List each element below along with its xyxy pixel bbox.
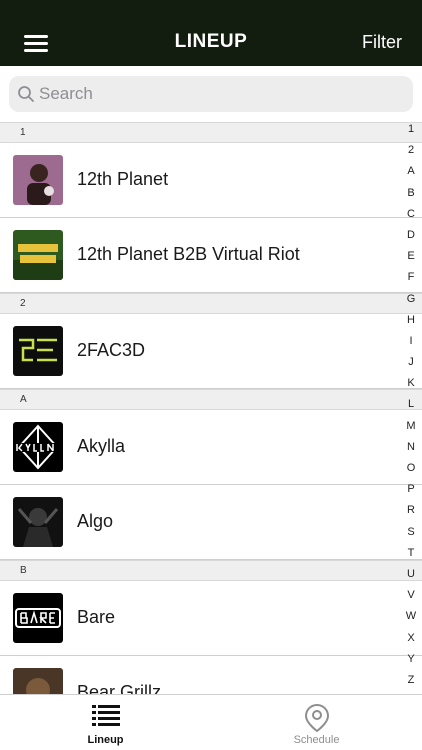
artist-thumbnail xyxy=(13,422,63,472)
index-letter-V[interactable]: V xyxy=(400,588,422,609)
section-header-A: A xyxy=(0,389,422,410)
index-letter-H[interactable]: H xyxy=(400,313,422,334)
index-letter-Y[interactable]: Y xyxy=(400,652,422,673)
section-index[interactable]: 12ABCDEFGHIJKLMNOPRSTUVWXYZ xyxy=(400,122,422,692)
artist-name: Bare xyxy=(77,607,116,627)
artist-thumbnail xyxy=(13,593,63,643)
index-letter-G[interactable]: G xyxy=(400,292,422,313)
index-letter-R[interactable]: R xyxy=(400,503,422,524)
index-letter-L[interactable]: L xyxy=(400,397,422,418)
artist-name: 12th Planet xyxy=(77,169,169,189)
list-item[interactable]: 12th Planet xyxy=(0,143,422,218)
index-letter-F[interactable]: F xyxy=(400,270,422,291)
section-header-B: B xyxy=(0,560,422,581)
tab-lineup[interactable]: Lineup xyxy=(0,695,211,750)
list-item[interactable]: 12th Planet B2B Virtual Riot xyxy=(0,218,422,293)
index-letter-K[interactable]: K xyxy=(400,376,422,397)
artist-thumbnail xyxy=(13,230,63,280)
index-letter-U[interactable]: U xyxy=(400,567,422,588)
index-letter-D[interactable]: D xyxy=(400,228,422,249)
index-letter-1[interactable]: 1 xyxy=(400,122,422,143)
artist-name: Akylla xyxy=(77,436,126,456)
search-field-container[interactable] xyxy=(9,76,413,112)
section-header-1: 1 xyxy=(0,122,422,143)
tab-schedule[interactable]: Schedule xyxy=(211,695,422,750)
search-icon xyxy=(18,86,34,102)
artist-thumbnail xyxy=(13,668,63,694)
page-title: LINEUP xyxy=(174,31,248,52)
index-letter-Z[interactable]: Z xyxy=(400,673,422,694)
index-letter-M[interactable]: M xyxy=(400,419,422,440)
artist-thumbnail xyxy=(13,326,63,376)
index-letter-S[interactable]: S xyxy=(400,525,422,546)
list-item[interactable]: Bear Grillz xyxy=(0,656,422,694)
search-bar xyxy=(0,66,422,122)
search-input[interactable] xyxy=(39,76,399,112)
artist-name: 2FAC3D xyxy=(77,340,146,360)
artist-name: 12th Planet B2B Virtual Riot xyxy=(77,244,300,264)
index-letter-X[interactable]: X xyxy=(400,631,422,652)
artist-thumbnail xyxy=(13,497,63,547)
index-letter-P[interactable]: P xyxy=(400,482,422,503)
list-item[interactable]: Bare xyxy=(0,581,422,656)
index-letter-N[interactable]: N xyxy=(400,440,422,461)
index-letter-B[interactable]: B xyxy=(400,186,422,207)
index-letter-W[interactable]: W xyxy=(400,609,422,630)
tab-bar: Lineup Schedule xyxy=(0,694,422,750)
index-letter-A[interactable]: A xyxy=(400,164,422,185)
index-letter-T[interactable]: T xyxy=(400,546,422,567)
artist-thumbnail xyxy=(13,155,63,205)
artist-name: Algo xyxy=(77,511,114,531)
tab-label: Schedule xyxy=(293,734,340,746)
section-header-2: 2 xyxy=(0,293,422,314)
index-letter-O[interactable]: O xyxy=(400,461,422,482)
list-item[interactable]: Algo xyxy=(0,485,422,560)
filter-button[interactable]: Filter xyxy=(362,32,402,53)
list-item[interactable]: Akylla xyxy=(0,410,422,485)
list-icon xyxy=(91,705,120,726)
artist-list[interactable]: 1 12th Planet 12th Planet B2B Virtual Ri… xyxy=(0,122,422,694)
location-pin-icon xyxy=(304,704,329,732)
tab-label: Lineup xyxy=(87,734,124,746)
index-letter-I[interactable]: I xyxy=(400,334,422,355)
list-item[interactable]: 2FAC3D xyxy=(0,314,422,389)
index-letter-2[interactable]: 2 xyxy=(400,143,422,164)
index-letter-J[interactable]: J xyxy=(400,355,422,376)
index-letter-E[interactable]: E xyxy=(400,249,422,270)
app-header: LINEUP Filter xyxy=(0,0,422,66)
artist-name: Bear Grillz xyxy=(77,682,162,694)
index-letter-C[interactable]: C xyxy=(400,207,422,228)
